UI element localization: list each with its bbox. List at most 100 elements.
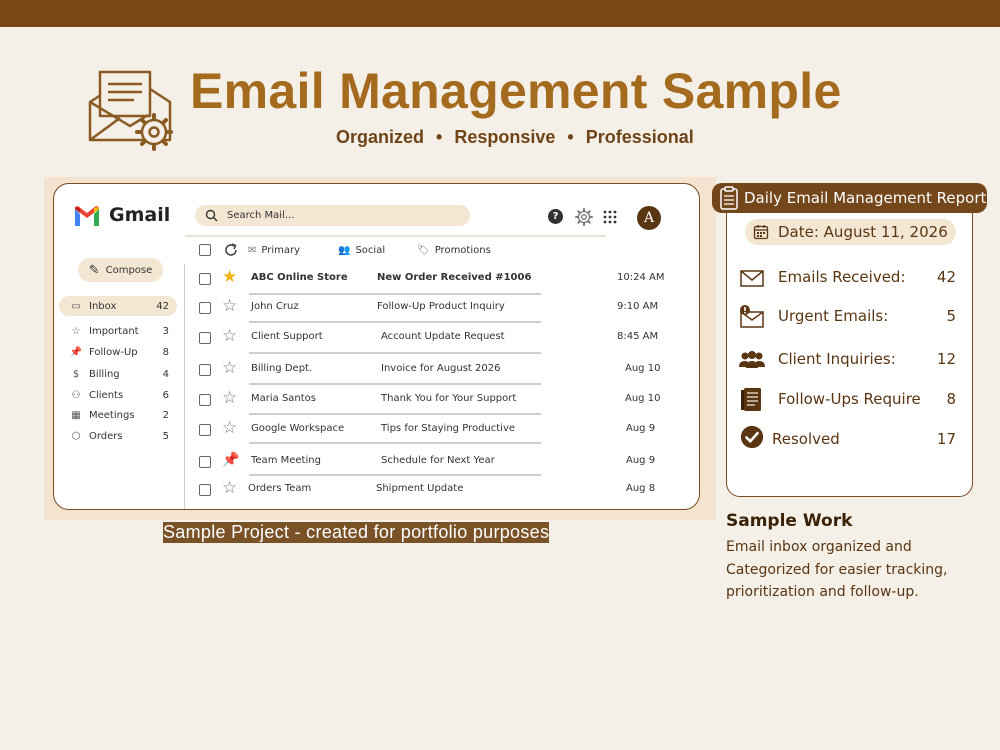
refresh-icon[interactable] bbox=[223, 242, 239, 258]
pushpin-icon[interactable]: 📌 bbox=[222, 451, 239, 469]
email-sender: Client Support bbox=[251, 331, 323, 342]
sample-work-title: Sample Work bbox=[726, 511, 853, 531]
sidebar-item-label: Meetings bbox=[89, 409, 135, 421]
email-row[interactable]: 📌 Team Meeting Schedule for Next Year Au… bbox=[195, 448, 675, 474]
star-icon: ☆ bbox=[71, 325, 81, 337]
email-checkbox[interactable] bbox=[199, 302, 211, 314]
email-checkbox[interactable] bbox=[199, 364, 211, 376]
email-row[interactable]: ★ ABC Online Store New Order Received #1… bbox=[195, 265, 675, 291]
sidebar-item-meetings[interactable]: ▦ Meetings 2 bbox=[59, 405, 177, 425]
compose-label: Compose bbox=[105, 264, 153, 276]
email-sender: Orders Team bbox=[248, 483, 312, 494]
sidebar-item-count: 6 bbox=[162, 389, 169, 401]
row-divider bbox=[249, 352, 541, 354]
email-time: 9:10 AM bbox=[617, 301, 659, 312]
sidebar-item-label: Orders bbox=[89, 430, 123, 442]
email-sender: ABC Online Store bbox=[251, 272, 348, 283]
star-icon[interactable]: ☆ bbox=[222, 389, 237, 407]
email-sender: Google Workspace bbox=[251, 423, 345, 434]
email-subject: Tips for Staying Productive bbox=[381, 423, 516, 434]
tab-label: Social bbox=[355, 245, 386, 256]
email-checkbox[interactable] bbox=[199, 456, 211, 468]
report-header: Daily Email Management Report bbox=[712, 183, 987, 213]
email-settings-icon bbox=[88, 70, 173, 151]
email-row[interactable]: ☆ Client Support Account Update Request … bbox=[195, 324, 675, 350]
apps-grid-icon[interactable] bbox=[603, 210, 617, 224]
star-filled-icon[interactable]: ★ bbox=[222, 268, 237, 286]
row-divider bbox=[249, 442, 541, 444]
help-icon[interactable]: ? bbox=[548, 209, 563, 224]
email-subject: Schedule for Next Year bbox=[381, 455, 495, 466]
avatar[interactable]: A bbox=[637, 206, 661, 230]
description-line: Email inbox organized and bbox=[726, 539, 912, 555]
stat-label: Client Inquiries: bbox=[778, 350, 896, 368]
star-icon[interactable]: ☆ bbox=[222, 359, 237, 377]
star-icon[interactable]: ☆ bbox=[222, 297, 237, 315]
clients-icon bbox=[739, 351, 765, 368]
gear-icon[interactable] bbox=[575, 208, 593, 226]
document-icon bbox=[741, 388, 761, 411]
email-row[interactable]: ☆ Billing Dept. Invoice for August 2026 … bbox=[195, 356, 675, 382]
sidebar-item-count: 8 bbox=[162, 346, 169, 358]
sidebar-item-label: Billing bbox=[89, 368, 120, 380]
sidebar-item-important[interactable]: ☆ Important 3 bbox=[59, 321, 177, 341]
stat-urgent-emails: Urgent Emails: 5 bbox=[738, 303, 958, 331]
email-sender: Team Meeting bbox=[251, 455, 321, 466]
tab-social[interactable]: 👥 Social bbox=[338, 245, 385, 256]
email-sender: John Cruz bbox=[251, 301, 299, 312]
email-subject: New Order Received #1006 bbox=[377, 272, 532, 283]
sidebar-item-clients[interactable]: ⚇ Clients 6 bbox=[59, 385, 177, 405]
email-checkbox[interactable] bbox=[199, 332, 211, 344]
description-line: Categorized for easier tracking, bbox=[726, 561, 948, 578]
stat-value: 42 bbox=[936, 268, 956, 286]
stat-value: 12 bbox=[936, 350, 956, 368]
sidebar-item-orders[interactable]: ⬡ Orders 5 bbox=[59, 426, 177, 446]
sidebar-item-follow-up[interactable]: 📌 Follow-Up 8 bbox=[59, 342, 177, 362]
dollar-icon: $ bbox=[72, 368, 80, 380]
email-time: Aug 9 bbox=[626, 455, 656, 466]
calendar-icon bbox=[753, 225, 769, 240]
stat-client-inquiries: Client Inquiries: 12 bbox=[738, 346, 958, 374]
email-checkbox[interactable] bbox=[199, 424, 211, 436]
star-icon[interactable]: ☆ bbox=[222, 327, 237, 345]
email-subject: Follow-Up Product Inquiry bbox=[377, 301, 505, 312]
tagline-separator: • bbox=[567, 127, 574, 147]
tab-label: Primary bbox=[261, 245, 301, 256]
people-icon: ⚇ bbox=[71, 389, 81, 401]
email-subject: Account Update Request bbox=[381, 331, 505, 342]
portfolio-caption: Sample Project - created for portfolio p… bbox=[163, 522, 550, 543]
sidebar-item-label: Important bbox=[89, 325, 139, 337]
star-icon[interactable]: ☆ bbox=[222, 419, 237, 437]
star-icon[interactable]: ☆ bbox=[222, 479, 237, 497]
email-row[interactable]: ☆ Orders Team Shipment Update Aug 8 bbox=[195, 476, 675, 502]
select-all-checkbox[interactable] bbox=[199, 244, 211, 256]
envelope-icon bbox=[740, 270, 764, 287]
calendar-icon: ▦ bbox=[71, 409, 81, 421]
pencil-icon: ✎ bbox=[88, 262, 100, 278]
clipboard-icon bbox=[720, 186, 738, 210]
email-time: 8:45 AM bbox=[617, 331, 659, 342]
email-checkbox[interactable] bbox=[199, 484, 211, 496]
stat-label: Urgent Emails: bbox=[778, 307, 889, 325]
email-checkbox[interactable] bbox=[199, 273, 211, 285]
email-checkbox[interactable] bbox=[199, 394, 211, 406]
email-row[interactable]: ☆ John Cruz Follow-Up Product Inquiry 9:… bbox=[195, 294, 675, 320]
tab-primary[interactable]: ✉ Primary bbox=[248, 245, 300, 256]
email-subject: Thank You for Your Support bbox=[381, 393, 517, 404]
compose-button[interactable]: ✎ Compose bbox=[78, 258, 163, 282]
tab-promotions[interactable]: 🏷 Promotions bbox=[417, 245, 491, 256]
mail-icon: ✉ bbox=[248, 245, 257, 256]
sidebar-divider bbox=[184, 264, 185, 509]
email-time: Aug 10 bbox=[625, 393, 661, 404]
email-row[interactable]: ☆ Google Workspace Tips for Staying Prod… bbox=[195, 416, 675, 442]
stat-value: 5 bbox=[946, 307, 956, 325]
description-line: prioritization and follow-up. bbox=[726, 584, 919, 600]
sidebar-item-inbox[interactable]: ▭ Inbox 42 bbox=[59, 296, 177, 316]
search-input[interactable] bbox=[227, 208, 457, 223]
sidebar-item-count: 42 bbox=[156, 300, 169, 312]
email-subject: Shipment Update bbox=[376, 483, 464, 494]
sidebar-item-billing[interactable]: $ Billing 4 bbox=[59, 364, 177, 384]
email-row[interactable]: ☆ Maria Santos Thank You for Your Suppor… bbox=[195, 386, 675, 412]
search-bar[interactable] bbox=[195, 205, 470, 226]
email-time: Aug 9 bbox=[626, 423, 656, 434]
